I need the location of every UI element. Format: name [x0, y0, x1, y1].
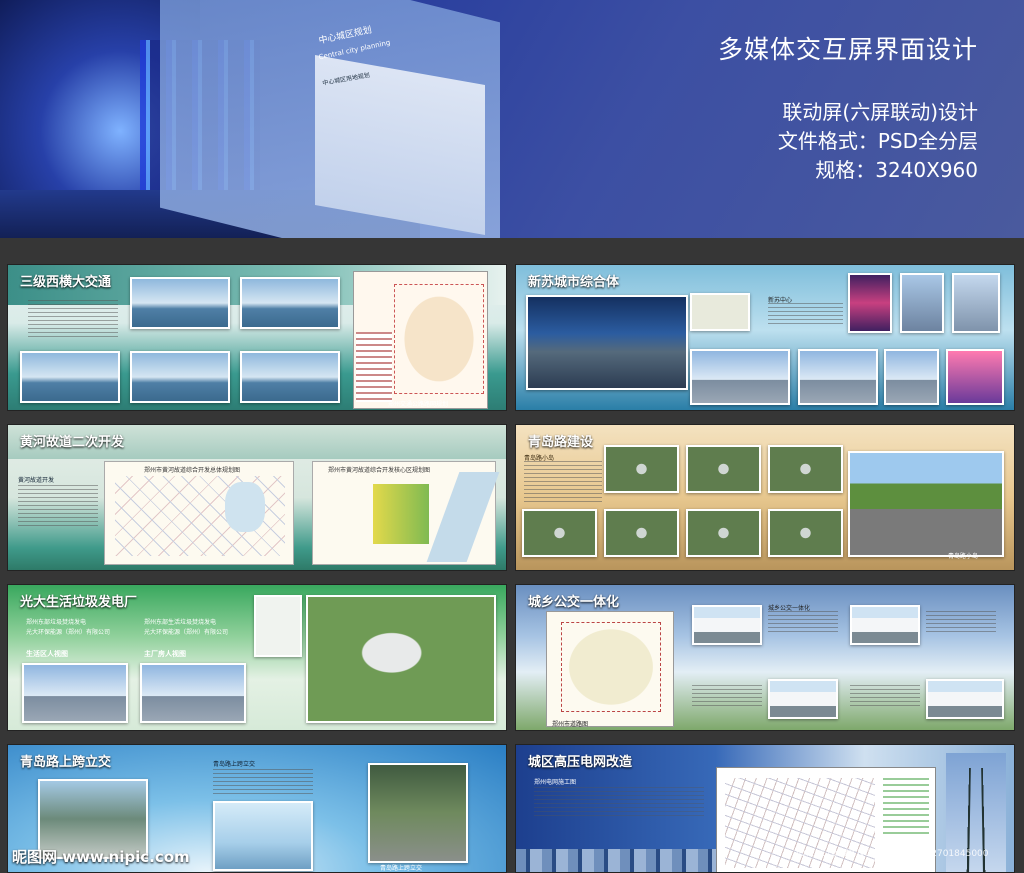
building-photo	[884, 349, 939, 405]
screen-title: 光大生活垃圾发电厂	[20, 595, 138, 610]
interchange-photo	[686, 509, 761, 557]
text-block	[28, 300, 118, 340]
interchange-photo	[604, 509, 679, 557]
plant-aerial-photo	[306, 595, 496, 723]
map-caption: 郑州交通公路路网规划	[388, 401, 449, 408]
text-block	[692, 685, 762, 707]
subtitle-line-1: 联动屏(六屏联动)设计	[782, 100, 978, 124]
site-plan	[690, 293, 750, 331]
photo-caption: 青岛路上跨立交	[380, 865, 423, 872]
core-zone	[373, 484, 429, 544]
screen-bus-integration: 城乡公交一体化 郑州市道路图 城乡公交一体化	[515, 584, 1015, 731]
map-river	[426, 472, 500, 562]
header-banner: 中心城区规划 Central city planning 中心城区用地规划 多媒…	[0, 0, 1024, 238]
interchange-photo	[604, 445, 679, 493]
line-2: 光大环保能源（郑州）有限公司	[26, 629, 111, 636]
master-plan-map	[104, 461, 294, 565]
line-4: 光大环保能源（郑州）有限公司	[144, 629, 229, 636]
interchange-photo	[686, 445, 761, 493]
map-caption: 郑州市道路图	[552, 721, 589, 728]
bus-photo	[692, 605, 762, 645]
map-river	[225, 482, 265, 532]
living-area-photo	[22, 663, 128, 723]
road-rendering	[848, 451, 1004, 557]
city-skyline	[516, 849, 716, 872]
line-3: 郑州东部生活垃圾焚烧发电	[144, 619, 217, 626]
map1-title: 郑州市黄河故道综合开发总体规划图	[144, 467, 241, 474]
interchange-photo	[522, 509, 597, 557]
map-legend	[356, 332, 392, 402]
screen-title: 黄河故道二次开发	[20, 435, 125, 450]
bus-photo	[926, 679, 1004, 719]
text-block	[524, 461, 602, 505]
id-watermark: ID:11110579 NO:20180828122701845000	[796, 849, 989, 859]
screen-qingdao-road: 青岛路建设 青岛路小岛 青岛路小岛	[515, 424, 1015, 571]
building-photo	[952, 273, 1000, 333]
bridge-photo	[130, 351, 230, 403]
road-network-map	[353, 271, 488, 409]
map2-title: 郑州市黄河故道综合开发核心区规划图	[328, 467, 431, 474]
screen-title: 城区高压电网改造	[528, 755, 633, 770]
text-block	[768, 303, 843, 327]
section-label: 郑州电网施工图	[534, 779, 577, 786]
view-label-1: 生活区人视图	[26, 650, 68, 658]
cable-bridge-photo	[213, 801, 313, 871]
text-block	[18, 485, 98, 529]
bus-photo	[768, 679, 838, 719]
screen-xinsu-complex: 新苏城市综合体 新苏中心	[515, 264, 1015, 411]
building-photo	[798, 349, 878, 405]
bridge-photo	[20, 351, 120, 403]
screen-title: 青岛路建设	[528, 435, 594, 450]
text-block	[768, 611, 838, 633]
screen-title: 三级西横大交通	[20, 275, 112, 290]
site-watermark: 昵图网 www.nipic.com	[12, 848, 190, 866]
section-label: 黄河故道开发	[18, 477, 55, 484]
text-block	[926, 611, 996, 633]
map-area	[561, 622, 661, 712]
building-photo	[848, 273, 892, 333]
complex-aerial-photo	[526, 295, 688, 390]
overpass-aerial-photo	[368, 763, 468, 863]
view-label-2: 主厂房人视图	[144, 650, 186, 658]
core-plan-map	[312, 461, 500, 565]
interchange-photo	[768, 509, 843, 557]
bus-photo	[850, 605, 920, 645]
main-title: 多媒体交互屏界面设计	[717, 35, 978, 64]
screen-title: 新苏城市综合体	[528, 275, 620, 290]
screen-title: 城乡公交一体化	[528, 595, 620, 610]
screen-yellow-river: 黄河故道二次开发 黄河故道开发 郑州市黄河故道综合开发总体规划图 郑州市黄河故道…	[7, 424, 507, 571]
bridge-photo	[240, 277, 340, 329]
site-plan	[254, 595, 302, 657]
screen-title: 青岛路上跨立交	[20, 755, 112, 770]
rendering-caption: 青岛路小岛	[948, 553, 979, 560]
map-area	[394, 284, 484, 394]
building-photo	[946, 349, 1004, 405]
line-1: 郑州东部垃圾焚烧发电	[26, 619, 87, 626]
text-block	[850, 685, 920, 707]
screen-everbright-plant: 光大生活垃圾发电厂 郑州东部垃圾焚烧发电 光大环保能源（郑州）有限公司 郑州东部…	[7, 584, 507, 731]
bridge-photo	[240, 351, 340, 403]
screen-three-level-traffic: 三级西横大交通 郑州交通公路路网规划	[7, 264, 507, 411]
interchange-photo	[768, 445, 843, 493]
building-photo	[900, 273, 944, 333]
bus-route-map	[546, 611, 674, 727]
text-block	[534, 787, 704, 817]
building-photo	[690, 349, 790, 405]
text-block	[213, 769, 313, 795]
section-label: 青岛路上跨立交	[213, 761, 256, 768]
subtitle-line-2: 文件格式：PSD全分层	[777, 129, 978, 153]
map-legend	[883, 778, 929, 838]
main-plant-photo	[140, 663, 246, 723]
bridge-photo	[130, 277, 230, 329]
subtitle-line-3: 规格：3240X960	[815, 158, 978, 182]
